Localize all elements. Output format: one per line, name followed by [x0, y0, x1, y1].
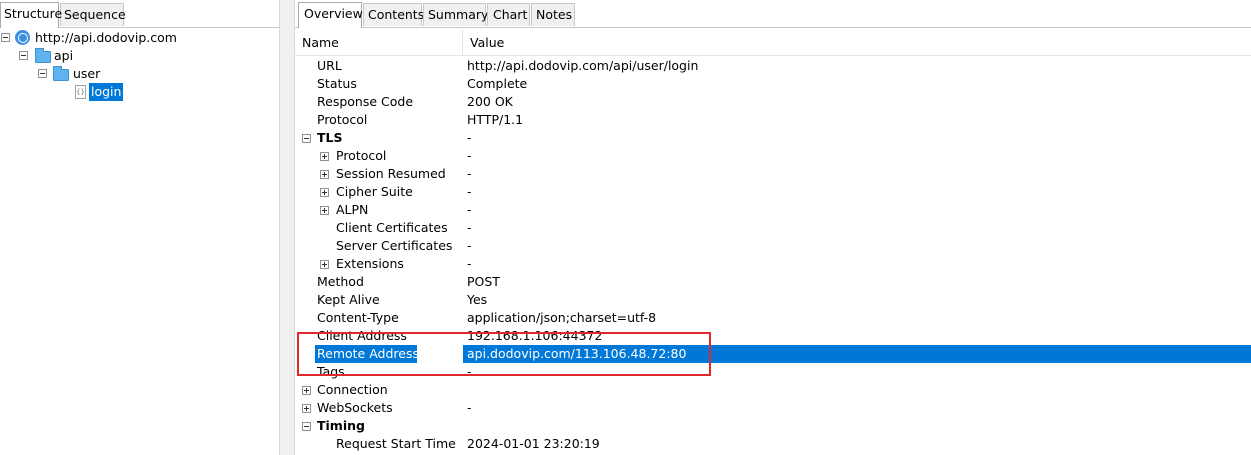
table-row-remote-address[interactable]: Remote Address api.dodovip.com/113.106.4…	[295, 345, 1251, 363]
table-row-url[interactable]: URL http://api.dodovip.com/api/user/logi…	[295, 57, 1251, 75]
row-value: -	[467, 364, 472, 379]
pane-splitter[interactable]	[279, 0, 295, 455]
folder-icon	[35, 48, 51, 63]
row-value: -	[467, 184, 472, 199]
table-row-server-certificates[interactable]: Server Certificates -	[295, 237, 1251, 255]
expand-icon[interactable]	[320, 206, 329, 215]
expand-icon[interactable]	[302, 386, 311, 395]
row-value: -	[467, 238, 472, 253]
row-name: Content-Type	[317, 310, 399, 325]
row-name: Method	[317, 274, 364, 289]
row-name: Session Resumed	[336, 166, 446, 181]
tab-overview[interactable]: Overview	[298, 2, 363, 28]
table-row-kept-alive[interactable]: Kept Alive Yes	[295, 291, 1251, 309]
table-row-response-code[interactable]: Response Code 200 OK	[295, 93, 1251, 111]
row-name: Cipher Suite	[336, 184, 413, 199]
expand-icon[interactable]	[302, 404, 311, 413]
row-value: -	[467, 400, 472, 415]
row-value: 2024-01-01 23:20:19	[467, 436, 600, 451]
expand-icon[interactable]	[320, 188, 329, 197]
row-name: Protocol	[336, 148, 387, 163]
row-value: 200 OK	[467, 94, 513, 109]
row-value: api.dodovip.com/113.106.48.72:80	[467, 346, 687, 361]
tab-contents[interactable]: Contents	[363, 3, 424, 26]
tab-notes[interactable]: Notes	[531, 3, 575, 26]
table-row-tls[interactable]: TLS -	[295, 129, 1251, 147]
details-pane: Overview Contents Summary Chart Notes Na…	[295, 0, 1251, 455]
table-row-session-resumed[interactable]: Session Resumed -	[295, 165, 1251, 183]
row-value: Yes	[467, 292, 488, 307]
tab-chart[interactable]: Chart	[487, 3, 530, 26]
row-name: Kept Alive	[317, 292, 380, 307]
table-row-tags[interactable]: Tags -	[295, 363, 1251, 381]
row-value: 192.168.1.106:44372	[467, 328, 603, 343]
tab-summary[interactable]: Summary	[423, 3, 488, 26]
table-row-status[interactable]: Status Complete	[295, 75, 1251, 93]
collapse-icon[interactable]	[38, 69, 47, 78]
row-name: Timing	[317, 418, 365, 433]
structure-pane: Structure Sequence http://api.dodovip.co…	[0, 0, 279, 455]
tree-login-label: login	[89, 83, 124, 101]
row-name: Tags	[317, 364, 345, 379]
tab-sequence[interactable]: Sequence	[60, 3, 126, 26]
collapse-icon[interactable]	[302, 422, 311, 431]
table-row-protocol[interactable]: Protocol HTTP/1.1	[295, 111, 1251, 129]
row-name: URL	[317, 58, 342, 73]
collapse-icon[interactable]	[1, 33, 10, 42]
row-value: -	[467, 220, 472, 235]
row-name: Protocol	[317, 112, 368, 127]
table-row-extensions[interactable]: Extensions -	[295, 255, 1251, 273]
row-value: -	[467, 256, 472, 271]
table-row-content-type[interactable]: Content-Type application/json;charset=ut…	[295, 309, 1251, 327]
folder-icon	[53, 66, 69, 81]
row-name: Extensions	[336, 256, 404, 271]
row-name: Response Code	[317, 94, 414, 109]
tree-user-label: user	[73, 66, 101, 81]
table-header: Name Value	[295, 30, 1251, 56]
collapse-icon[interactable]	[302, 134, 311, 143]
table-row-method[interactable]: Method POST	[295, 273, 1251, 291]
table-row-timing[interactable]: Timing	[295, 417, 1251, 435]
tree-host-label: http://api.dodovip.com	[35, 30, 177, 45]
table-row-websockets[interactable]: WebSockets -	[295, 399, 1251, 417]
table-row-cipher-suite[interactable]: Cipher Suite -	[295, 183, 1251, 201]
row-value: -	[467, 130, 472, 145]
expand-icon[interactable]	[320, 260, 329, 269]
row-name: WebSockets	[317, 400, 393, 415]
row-name: Client Address	[317, 328, 407, 343]
table-row-tls-protocol[interactable]: Protocol -	[295, 147, 1251, 165]
row-name: Remote Address	[317, 346, 419, 361]
json-file-icon: {}	[75, 85, 86, 99]
row-name: Request Start Time	[336, 436, 456, 451]
table-row-client-certificates[interactable]: Client Certificates -	[295, 219, 1251, 237]
row-name: ALPN	[336, 202, 369, 217]
row-name: Client Certificates	[336, 220, 448, 235]
row-name: Server Certificates	[336, 238, 453, 253]
right-tab-bar: Overview Contents Summary Chart Notes	[295, 2, 1251, 28]
column-header-value[interactable]: Value	[463, 30, 1251, 56]
column-header-name[interactable]: Name	[295, 30, 463, 56]
row-value: Complete	[467, 76, 528, 91]
row-name: TLS	[317, 130, 343, 145]
globe-icon	[15, 30, 30, 45]
table-row-alpn[interactable]: ALPN -	[295, 201, 1251, 219]
row-value: -	[467, 202, 472, 217]
collapse-icon[interactable]	[19, 51, 28, 60]
tree-api-label: api	[54, 48, 74, 63]
expand-icon[interactable]	[320, 170, 329, 179]
row-value: application/json;charset=utf-8	[467, 310, 657, 325]
expand-icon[interactable]	[320, 152, 329, 161]
tab-structure[interactable]: Structure	[0, 2, 62, 28]
row-value: http://api.dodovip.com/api/user/login	[467, 58, 699, 73]
table-row-connection[interactable]: Connection	[295, 381, 1251, 399]
left-tab-bar: Structure Sequence	[0, 2, 279, 28]
row-name: Connection	[317, 382, 388, 397]
row-name: Status	[317, 76, 357, 91]
row-value: HTTP/1.1	[467, 112, 524, 127]
row-value: -	[467, 148, 472, 163]
table-row-client-address[interactable]: Client Address 192.168.1.106:44372	[295, 327, 1251, 345]
row-value: POST	[467, 274, 500, 289]
row-value: -	[467, 166, 472, 181]
table-row-request-start-time[interactable]: Request Start Time 2024-01-01 23:20:19	[295, 435, 1251, 453]
